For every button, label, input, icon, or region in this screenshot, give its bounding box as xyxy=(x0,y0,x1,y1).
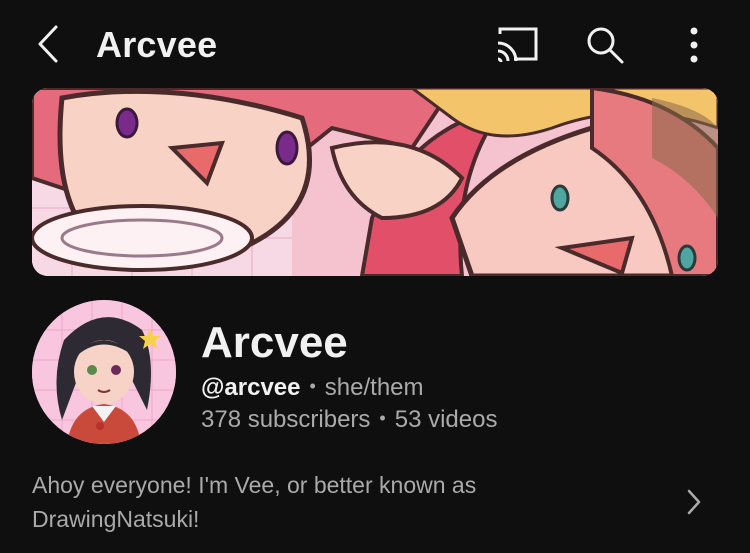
more-vertical-icon[interactable] xyxy=(674,22,714,68)
description-line: Ahoy everyone! I'm Vee, or better known … xyxy=(32,472,477,498)
separator-dot: • xyxy=(309,376,316,396)
channel-banner xyxy=(32,88,718,276)
channel-name: Arcvee xyxy=(201,318,348,367)
channel-handle-row: @arcvee • she/them xyxy=(201,374,424,402)
chevron-right-icon[interactable] xyxy=(678,480,710,524)
page-title: Arcvee xyxy=(96,24,218,65)
search-icon[interactable] xyxy=(582,22,628,68)
video-count: 53 videos xyxy=(394,406,498,433)
top-app-bar: Arcvee xyxy=(0,0,750,88)
channel-handle: @arcvee xyxy=(201,374,301,401)
channel-avatar[interactable] xyxy=(32,300,176,444)
channel-description[interactable]: Ahoy everyone! I'm Vee, or better known … xyxy=(32,468,592,536)
channel-pronouns: she/them xyxy=(324,374,424,401)
description-line: DrawingNatsuki! xyxy=(32,506,200,532)
cast-icon[interactable] xyxy=(492,24,542,64)
channel-stats-row: 378 subscribers • 53 videos xyxy=(201,406,497,434)
back-arrow-icon[interactable] xyxy=(26,22,70,66)
separator-dot: • xyxy=(379,408,386,428)
subscriber-count: 378 subscribers xyxy=(201,406,371,433)
